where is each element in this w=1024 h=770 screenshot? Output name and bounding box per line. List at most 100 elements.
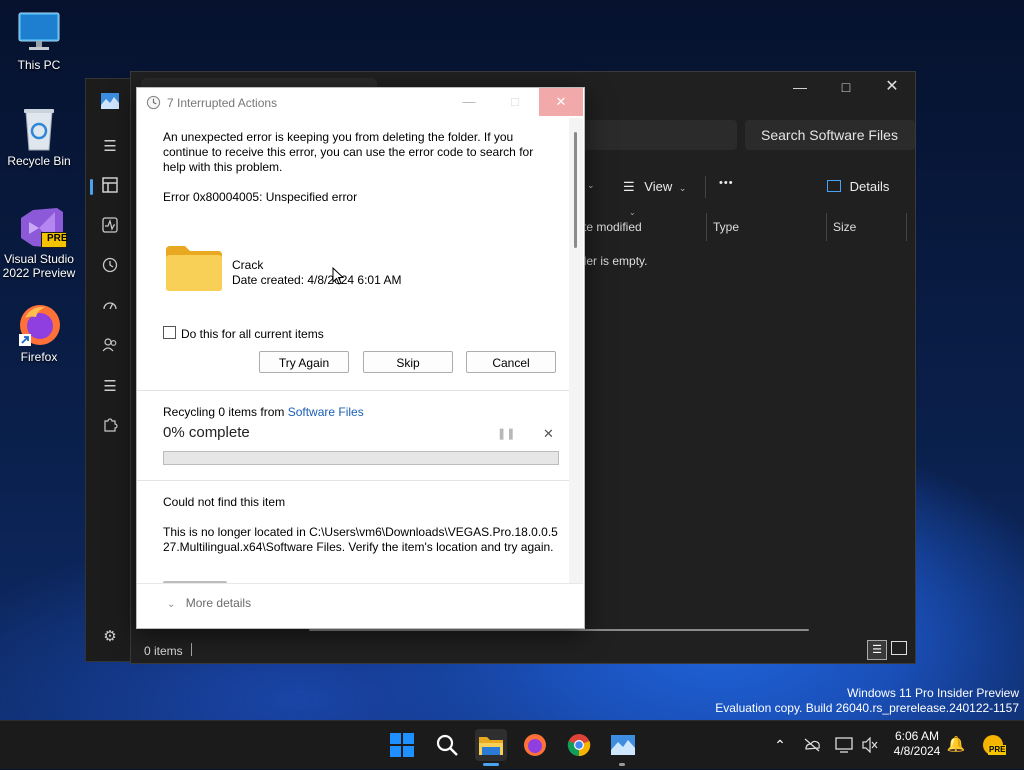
pre-badge: PRE — [47, 233, 68, 244]
file-explorer-taskbar-button[interactable] — [475, 729, 507, 761]
chevron-down-icon: ⌄ — [678, 183, 687, 193]
more-details-label: More details — [185, 596, 252, 610]
error-code: Error 0x80004005: Unspecified error — [163, 190, 358, 204]
recycle-status-text: Recycling 0 items from — [163, 405, 288, 419]
recycle-status: Recycling 0 items from Software Files — [163, 405, 364, 419]
dialog-maximize-button[interactable]: □ — [493, 88, 537, 116]
desktop-icon-label: Recycle Bin — [7, 154, 71, 168]
explorer-side-toolbar: ☰ ☰ ⚙ — [85, 78, 135, 662]
apply-to-all-label[interactable]: Do this for all current items — [181, 327, 324, 341]
evaluation-watermark: Windows 11 Pro Insider Preview Evaluatio… — [715, 686, 1019, 716]
pause-button[interactable]: ❚❚ — [497, 427, 515, 440]
dialog-content: An unexpected error is keeping you from … — [137, 118, 569, 584]
desktop-icon-visual-studio[interactable]: PRE Visual Studio 2022 Preview — [1, 204, 77, 280]
watermark-line-2: Evaluation copy. Build 26040.rs_prerelea… — [715, 701, 1019, 715]
watermark-line-1: Windows 11 Pro Insider Preview — [847, 686, 1019, 700]
scroll-thumb[interactable] — [574, 132, 577, 248]
close-button[interactable]: ✕ — [869, 72, 915, 102]
minimize-button[interactable]: — — [777, 72, 823, 102]
details-pane-button[interactable]: Details — [827, 179, 889, 194]
app-logo-icon — [100, 93, 120, 113]
skip-button[interactable]: Skip — [363, 351, 453, 373]
running-app-indicator — [619, 763, 625, 766]
users-icon[interactable] — [100, 337, 120, 357]
sort-indicator: ⌄ — [629, 208, 636, 217]
visual-studio-icon: PRE — [17, 204, 68, 248]
clock-icon — [146, 95, 161, 113]
stop-button[interactable]: ✕ — [543, 426, 554, 442]
more-options-button[interactable]: ••• — [719, 177, 734, 189]
desktop-icon-firefox[interactable]: Firefox — [1, 302, 77, 364]
maximize-button[interactable]: □ — [823, 72, 869, 102]
try-again-button[interactable]: Try Again — [259, 351, 349, 373]
details-label: Details — [849, 179, 890, 194]
firefox-taskbar-icon[interactable] — [519, 729, 551, 761]
empty-folder-message: lder is empty. — [577, 254, 648, 268]
speed-icon[interactable] — [100, 297, 120, 317]
address-bar[interactable] — [571, 120, 737, 150]
monitor-icon — [17, 10, 61, 54]
chevron-down-icon[interactable]: ⌄ — [587, 180, 595, 191]
source-folder-link[interactable]: Software Files — [288, 405, 364, 419]
apply-to-all-checkbox[interactable] — [163, 326, 176, 339]
puzzle-icon[interactable] — [100, 417, 120, 437]
dialog-close-button[interactable]: ✕ — [539, 88, 583, 116]
status-bar: 0 items ☰ — [131, 637, 915, 663]
error-message: An unexpected error is keeping you from … — [163, 130, 534, 174]
pages-icon[interactable] — [100, 177, 120, 197]
chevron-up-icon[interactable]: ⌃ — [764, 729, 796, 761]
tiles-view-icon[interactable] — [891, 641, 907, 655]
view-button[interactable]: ☰ View ⌄ — [623, 179, 686, 195]
clock-time: 6:06 AM — [894, 729, 940, 743]
photo-app-taskbar-icon[interactable] — [607, 729, 639, 761]
dialog-title: 7 Interrupted Actions — [167, 96, 278, 110]
settings-gear-icon[interactable]: ⚙ — [100, 627, 120, 647]
history-icon[interactable] — [100, 257, 120, 277]
clock-date: 4/8/2024 — [893, 744, 941, 758]
menu-icon[interactable]: ☰ — [100, 137, 120, 157]
column-header-type[interactable]: Type — [707, 213, 827, 241]
view-icon: ☰ — [623, 179, 635, 194]
details-icon — [827, 180, 841, 192]
not-found-body: This is no longer located in C:\Users\vm… — [163, 525, 558, 554]
column-header-date-modified[interactable]: te modified — [577, 213, 707, 241]
active-app-indicator — [483, 763, 499, 766]
desktop-icon-recycle-bin[interactable]: Recycle Bin — [1, 106, 77, 168]
activity-icon[interactable] — [100, 217, 120, 237]
firefox-icon — [17, 302, 61, 346]
section-divider — [137, 390, 569, 391]
item-name: Crack — [232, 258, 264, 272]
chrome-taskbar-icon[interactable] — [563, 729, 595, 761]
toolbar-divider — [705, 176, 706, 198]
more-details-toggle[interactable]: ⌄ More details — [167, 596, 251, 610]
folder-icon — [165, 244, 223, 295]
mouse-cursor-icon — [332, 266, 345, 288]
start-button[interactable] — [386, 729, 418, 761]
dialog-title-bar: 7 Interrupted Actions — □ ✕ — [137, 88, 584, 118]
column-header-size[interactable]: Size — [827, 213, 907, 241]
desktop-icon-label: Firefox — [20, 350, 58, 364]
status-separator — [191, 643, 192, 656]
network-offline-icon[interactable] — [796, 729, 828, 761]
dialog-scrollbar[interactable] — [569, 118, 583, 584]
taskbar: ⌃ 6:06 AM 4/8/2024 🔔 PRE — [0, 720, 1024, 769]
search-button[interactable] — [431, 729, 463, 761]
recycle-bin-icon — [17, 106, 61, 151]
section-divider — [137, 480, 569, 481]
volume-muted-icon[interactable] — [854, 729, 886, 761]
list-icon[interactable]: ☰ — [100, 377, 120, 397]
dialog-minimize-button[interactable]: — — [447, 88, 491, 116]
desktop-icon-label: Visual Studio 2022 Preview — [2, 252, 76, 280]
desktop-icon-label: This PC — [17, 58, 61, 72]
notification-bell-icon[interactable]: 🔔 — [940, 729, 972, 761]
cancel-button[interactable]: Cancel — [466, 351, 556, 373]
horizontal-scrollbar[interactable] — [309, 629, 809, 631]
desktop-icon-this-pc[interactable]: This PC — [1, 10, 77, 72]
chevron-down-icon: ⌄ — [167, 599, 176, 610]
search-input[interactable]: Search Software Files — [745, 120, 915, 150]
insider-pre-icon[interactable]: PRE — [978, 729, 1010, 761]
clock[interactable]: 6:06 AM 4/8/2024 — [886, 729, 948, 759]
item-date-created: Date created: 4/8/2024 6:01 AM — [232, 273, 402, 287]
view-label: View — [644, 179, 673, 194]
details-view-icon[interactable]: ☰ — [867, 640, 887, 660]
